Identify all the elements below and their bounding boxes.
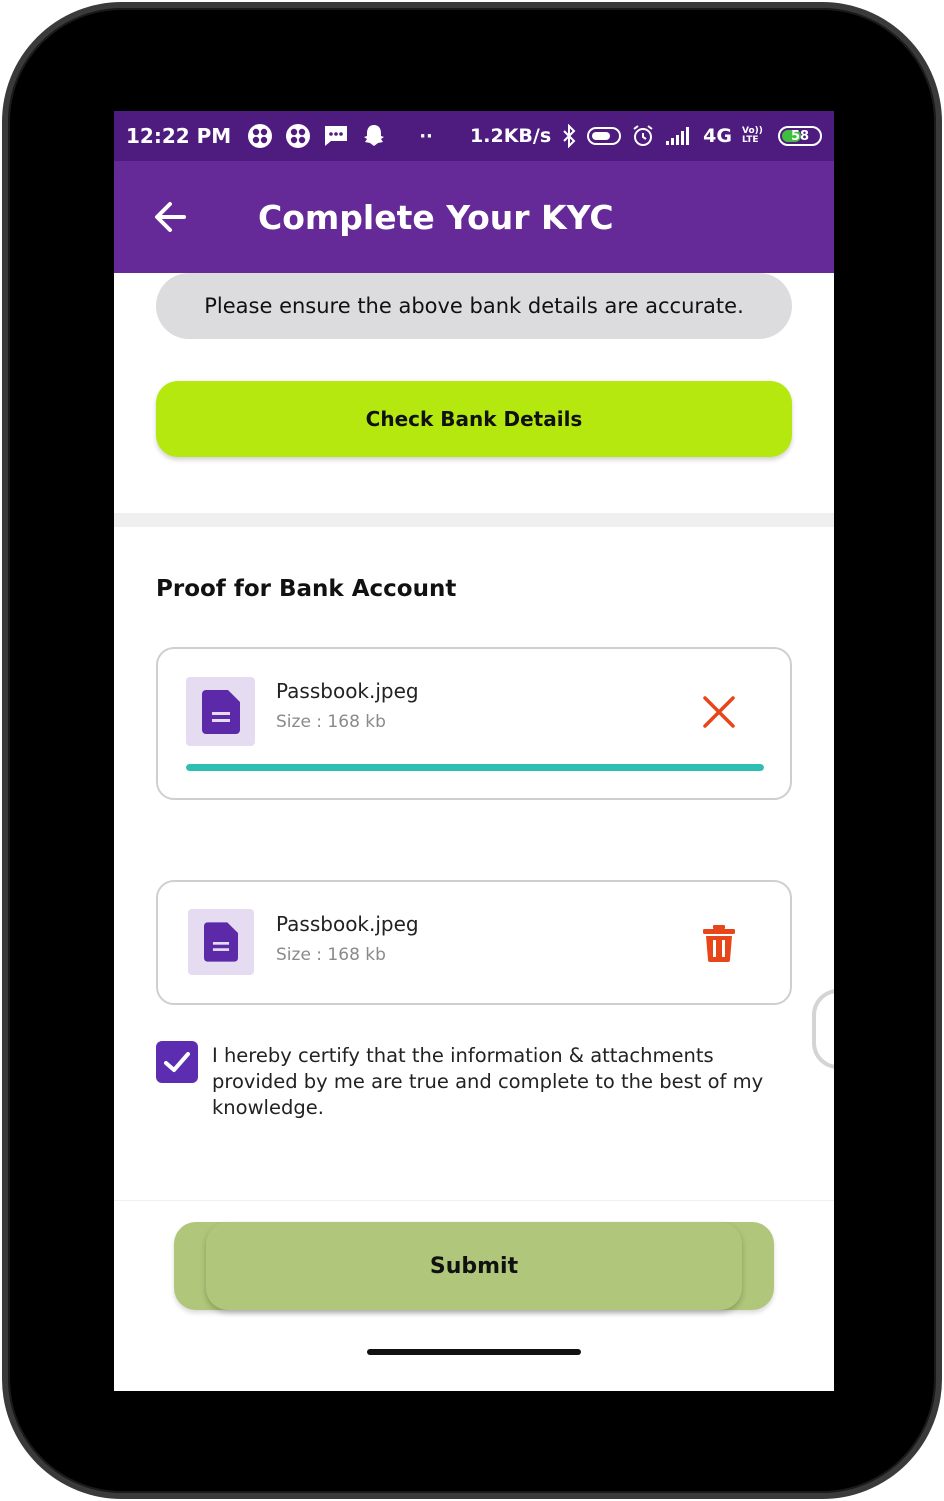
submit-button[interactable]: Submit: [174, 1222, 774, 1310]
scroll-handle[interactable]: [812, 989, 834, 1069]
file-size: Size : 168 kb: [276, 945, 386, 965]
cancel-upload-button[interactable]: [696, 689, 742, 735]
phone-screen: 12:22 PM ·· 1.2KB/s 4G Vo)) LTE 58 Compl…: [114, 111, 834, 1391]
certify-text: I hereby certify that the information & …: [212, 1044, 764, 1119]
signal-icon: [665, 126, 693, 146]
file-name: Passbook.jpeg: [276, 912, 419, 936]
network-type: 4G: [703, 125, 732, 147]
app-grid-icon: [247, 123, 273, 149]
file-name: Passbook.jpeg: [276, 679, 419, 703]
file-card-uploaded: Passbook.jpeg Size : 168 kb: [156, 880, 792, 1005]
bluetooth-icon: [561, 124, 577, 148]
file-card-uploading: Passbook.jpeg Size : 168 kb: [156, 647, 792, 800]
status-time: 12:22 PM: [126, 124, 232, 148]
message-icon: [323, 124, 349, 148]
close-icon: [703, 696, 735, 728]
trash-icon: [703, 925, 735, 962]
battery-icon: 58: [778, 126, 822, 146]
upload-progress-fill: [186, 764, 764, 771]
page-title: Complete Your KYC: [258, 197, 614, 237]
certify-checkbox[interactable]: [156, 1041, 198, 1083]
battery-percent: 58: [790, 128, 810, 144]
check-icon: [164, 1052, 190, 1072]
submit-label: Submit: [206, 1222, 742, 1310]
back-button[interactable]: [114, 161, 226, 273]
arrow-left-icon: [155, 202, 186, 232]
section-title: Proof for Bank Account: [156, 576, 457, 602]
delete-file-button[interactable]: [696, 920, 742, 966]
file-size: Size : 168 kb: [276, 712, 386, 732]
file-thumbnail: [188, 909, 254, 975]
check-bank-details-button[interactable]: Check Bank Details: [156, 381, 792, 457]
toggle-icon: [587, 126, 622, 146]
section-divider: [114, 513, 834, 527]
certify-row: I hereby certify that the information & …: [156, 1041, 792, 1121]
alarm-icon: [631, 124, 655, 148]
home-indicator[interactable]: [367, 1349, 581, 1355]
upload-progress-bar: [186, 764, 764, 771]
status-bar: 12:22 PM ·· 1.2KB/s 4G Vo)) LTE 58: [114, 111, 834, 161]
bottom-divider: [114, 1200, 834, 1201]
more-dots-icon: ··: [419, 125, 433, 147]
volte-indicator: Vo)) LTE: [742, 126, 763, 145]
notification-icons: ··: [247, 123, 433, 149]
app-bar: Complete Your KYC: [114, 161, 834, 273]
document-icon: [201, 689, 240, 734]
status-right: 1.2KB/s 4G Vo)) LTE 58: [470, 124, 822, 148]
net-speed: 1.2KB/s: [470, 125, 552, 147]
app-grid-icon: [285, 123, 311, 149]
document-icon: [204, 922, 238, 962]
snapchat-icon: [361, 123, 387, 149]
bank-details-notice: Please ensure the above bank details are…: [156, 273, 792, 339]
file-thumbnail: [186, 677, 255, 746]
